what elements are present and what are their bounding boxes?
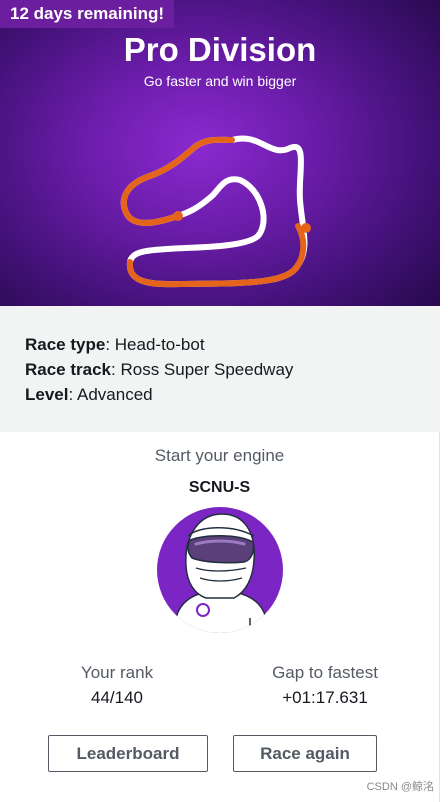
rank-value: 44/140 <box>91 688 143 707</box>
race-type-value: : Head-to-bot <box>105 335 205 354</box>
race-info-panel: Race type: Head-to-bot Race track: Ross … <box>0 306 440 432</box>
leaderboard-button[interactable]: Leaderboard <box>48 735 208 772</box>
race-type-row: Race type: Head-to-bot <box>25 332 440 357</box>
racer-helmet-icon <box>157 507 283 633</box>
race-result-card: 12 days remaining! Pro Division Go faste… <box>0 0 440 802</box>
division-banner: 12 days remaining! Pro Division Go faste… <box>0 0 440 306</box>
level-row: Level: Advanced <box>25 382 440 407</box>
race-track-value: : Ross Super Speedway <box>111 360 294 379</box>
gap-stat: Gap to fastest +01:17.631 <box>225 662 425 710</box>
division-title: Pro Division <box>123 31 317 68</box>
level-label: Level <box>25 385 69 404</box>
gap-label: Gap to fastest <box>272 663 378 682</box>
rank-label: Your rank <box>80 663 154 682</box>
race-track-label: Race track <box>25 360 112 379</box>
race-track-row: Race track: Ross Super Speedway <box>25 357 440 382</box>
gap-value: +01:17.631 <box>282 688 368 707</box>
watermark: CSDN @鲸洺 <box>366 781 434 793</box>
division-subtitle: Go faster and win bigger <box>143 73 297 89</box>
race-again-button[interactable]: Race again <box>233 735 377 772</box>
level-value: : Advanced <box>68 385 153 404</box>
race-type-label: Race type <box>25 335 106 354</box>
rank-stat: Your rank 44/140 <box>17 662 217 710</box>
engine-heading: Start your engine <box>154 446 285 465</box>
days-remaining-badge: 12 days remaining! <box>0 0 175 28</box>
racer-name: SCNU-S <box>188 479 251 496</box>
